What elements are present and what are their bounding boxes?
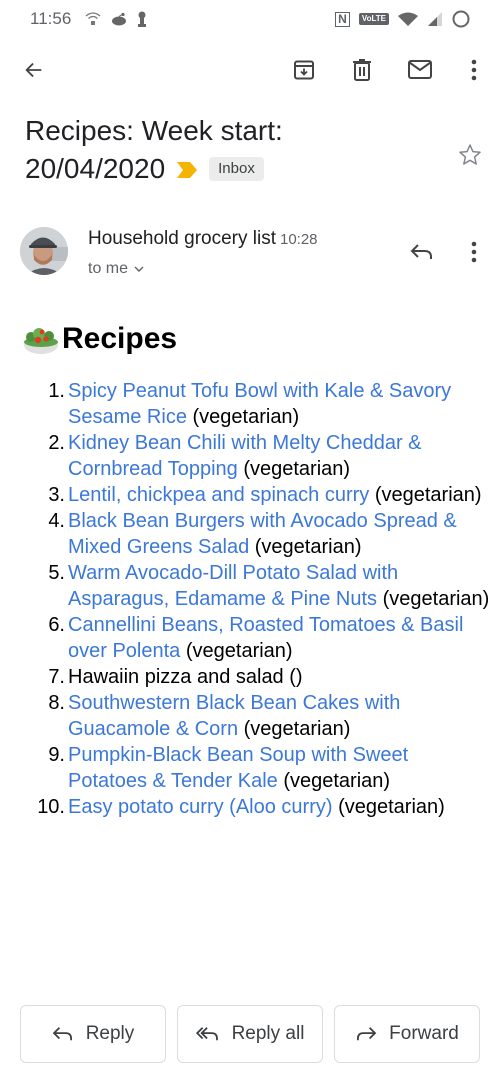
volte-icon: VoLTE	[358, 13, 389, 25]
recipe-link[interactable]: Easy potato curry (Aloo curry)	[68, 796, 333, 818]
body-heading: Recipes	[22, 322, 177, 356]
recipe-title: Hawaiin pizza and salad	[68, 666, 284, 688]
recipe-number: 1.	[48, 380, 65, 402]
green-salad-icon	[22, 323, 60, 355]
recipe-number: 6.	[48, 614, 65, 636]
mark-unread-icon	[408, 60, 432, 79]
recipe-item: 6. Cannellini Beans, Roasted Tomatoes & B…	[30, 612, 490, 664]
recipe-note: ()	[289, 666, 303, 688]
mark-unread-button[interactable]	[398, 48, 442, 92]
message-more-button[interactable]	[456, 234, 492, 270]
archive-icon	[294, 60, 314, 80]
forward-button[interactable]: Forward	[334, 1005, 480, 1063]
recipe-number: 9.	[48, 744, 65, 766]
recipe-item: 4. Black Bean Burgers with Avocado Spread…	[30, 508, 490, 560]
recipe-note: (vegetarian)	[374, 484, 482, 506]
recipe-note: (vegetarian)	[283, 770, 391, 792]
chevron-down-icon	[134, 266, 144, 272]
inbox-label-chip[interactable]: Inbox	[209, 157, 264, 181]
recipe-item: 3. Lentil, chickpea and spinach curry (ve…	[30, 482, 490, 508]
recipe-item: 5. Warm Avocado-Dill Potato Salad with As…	[30, 560, 490, 612]
recipient-label: to me	[88, 260, 129, 277]
star-outline-icon	[459, 144, 481, 165]
recipe-item: 1. Spicy Peanut Tofu Bowl with Kale & Sav…	[30, 378, 490, 430]
reply-all-label: Reply all	[231, 1023, 305, 1044]
status-time: 11:56	[30, 9, 72, 28]
recipe-link[interactable]: Southwestern Black Bean Cakes with Guaca…	[68, 692, 400, 740]
toolbar	[0, 48, 500, 94]
status-bar: 11:56 N VoLTE	[0, 0, 500, 38]
recipe-number: 8.	[48, 692, 65, 714]
recipe-link[interactable]: Warm Avocado-Dill Potato Salad with Aspa…	[68, 562, 398, 610]
email-time: 10:28	[279, 231, 318, 248]
recipe-note: (vegetarian)	[382, 588, 490, 610]
recipient-details-toggle[interactable]: to me	[88, 260, 144, 278]
importance-marker-icon[interactable]	[177, 150, 198, 188]
recipe-note: (vegetarian)	[243, 458, 351, 480]
battery-icon	[452, 10, 470, 28]
recipe-number: 7.	[48, 666, 65, 688]
recipe-note: (vegetarian)	[185, 640, 293, 662]
recipe-number: 2.	[48, 432, 65, 454]
email-subject: Recipes: Week start: 20/04/2020 Inbox	[25, 112, 435, 188]
more-vert-icon	[471, 59, 477, 81]
sender-row: Household grocery list 10:28 to me	[0, 222, 500, 282]
reply-label: Reply	[85, 1023, 135, 1044]
recipe-number: 10.	[37, 796, 65, 818]
bottom-actions: Reply Reply all Forward	[20, 1005, 480, 1063]
recipe-number: 5.	[48, 562, 65, 584]
recipe-item: 7. Hawaiin pizza and salad ()	[30, 664, 490, 690]
sender-avatar[interactable]	[20, 227, 68, 275]
star-button[interactable]	[452, 137, 488, 173]
recipe-number: 4.	[48, 510, 65, 532]
recipe-note: (vegetarian)	[192, 406, 300, 428]
reply-icon-button[interactable]	[404, 234, 440, 270]
recipe-item: 9. Pumpkin-Black Bean Soup with Sweet Pot…	[30, 742, 490, 794]
back-button[interactable]	[12, 48, 56, 92]
more-options-button[interactable]	[452, 48, 496, 92]
recipe-link[interactable]: Lentil, chickpea and spinach curry	[68, 484, 369, 506]
wifi-icon	[398, 12, 418, 26]
more-vert-icon	[471, 241, 477, 263]
reply-button[interactable]: Reply	[20, 1005, 166, 1063]
heading-text: Recipes	[62, 322, 178, 355]
delete-icon	[353, 59, 371, 81]
reply-icon	[410, 244, 432, 259]
arrow-left-icon	[25, 62, 42, 78]
sender-name: Household grocery list	[88, 228, 276, 249]
recipe-item: 8. Southwestern Black Bean Cakes with Gua…	[30, 690, 490, 742]
subject-line-2: 20/04/2020	[25, 153, 166, 184]
archive-button[interactable]	[282, 48, 326, 92]
wifi-calling-icon	[85, 12, 101, 25]
nfc-icon: N	[335, 11, 350, 27]
keyhole-icon	[138, 11, 147, 27]
sender-info: Household grocery list 10:28	[88, 228, 318, 250]
recipe-note: (vegetarian)	[338, 796, 445, 818]
forward-label: Forward	[389, 1023, 459, 1044]
recipe-list: 1. Spicy Peanut Tofu Bowl with Kale & Sav…	[30, 378, 490, 820]
recipe-note: (vegetarian)	[243, 718, 351, 740]
delete-button[interactable]	[340, 48, 384, 92]
reply-all-icon	[195, 1027, 218, 1041]
recipe-note: (vegetarian)	[254, 536, 362, 558]
reply-all-button[interactable]: Reply all	[177, 1005, 323, 1063]
signal-icon	[428, 12, 442, 26]
forward-icon	[357, 1027, 377, 1041]
subject-line-1: Recipes: Week start:	[25, 115, 283, 146]
reddit-icon	[112, 12, 127, 26]
reply-icon	[52, 1027, 72, 1041]
recipe-item: 10. Easy potato curry (Aloo curry) (veget…	[30, 794, 490, 820]
recipe-number: 3.	[48, 484, 65, 506]
recipe-item: 2. Kidney Bean Chili with Melty Cheddar &…	[30, 430, 490, 482]
